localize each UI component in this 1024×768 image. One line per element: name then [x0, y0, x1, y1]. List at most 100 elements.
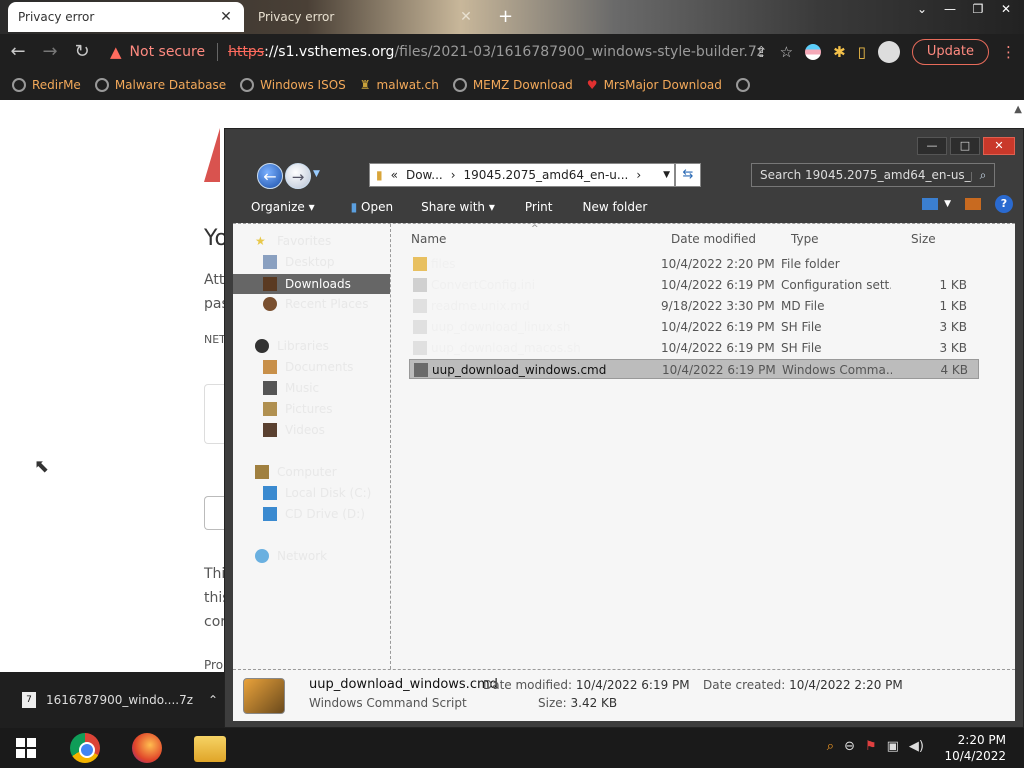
page-box-fragment — [204, 384, 224, 444]
reload-icon[interactable]: ↻ — [68, 38, 96, 66]
download-item-name[interactable]: 1616787900_windo....7z — [46, 693, 193, 707]
update-button[interactable]: Update — [911, 39, 989, 65]
file-row[interactable]: readme.unix.md 9/18/2022 3:30 PM MD File… — [409, 296, 979, 316]
forward-arrow-icon[interactable]: → — [285, 163, 311, 189]
file-size: 4 KB — [940, 363, 968, 377]
extensions-puzzle-icon[interactable]: ✱ — [833, 43, 846, 61]
hard-drive-icon — [263, 486, 277, 500]
chevron-down-icon[interactable]: ⌄ — [910, 2, 934, 16]
close-icon[interactable]: ✕ — [218, 9, 234, 25]
profile-avatar[interactable] — [877, 41, 900, 63]
bookmark-star-icon[interactable]: ☆ — [780, 43, 793, 61]
refresh-icon[interactable]: ⇆ — [675, 163, 701, 187]
nav-downloads[interactable]: Downloads — [233, 274, 390, 294]
open-button[interactable]: ▮ Open — [351, 200, 394, 214]
print-button[interactable]: Print — [525, 200, 553, 214]
bookmark-unnamed[interactable] — [735, 78, 750, 92]
bookmark-mrsmajor-download[interactable]: ♥ MrsMajor Download — [587, 78, 722, 92]
browser-toolbar: ← → ↻ ▲ Not secure https://s1.vsthemes.o… — [0, 34, 1024, 70]
close-button[interactable]: ✕ — [983, 137, 1015, 155]
scroll-up-arrow-icon[interactable]: ▲ — [1014, 104, 1022, 115]
recent-locations-dropdown-icon[interactable]: ▼ — [313, 169, 320, 179]
new-folder-button[interactable]: New folder — [582, 200, 647, 214]
organize-button[interactable]: Organize ▾ — [251, 200, 315, 214]
maximize-button[interactable]: □ — [950, 137, 980, 155]
help-icon[interactable]: ? — [995, 195, 1013, 213]
omnibox[interactable]: ▲ Not secure https://s1.vsthemes.org/fil… — [110, 38, 800, 66]
security-label[interactable]: Not secure — [130, 44, 206, 60]
search-input[interactable]: Search 19045.2075_amd64_en-us_prof... ⌕ — [751, 163, 995, 187]
bookmark-memz-download[interactable]: MEMZ Download — [452, 78, 573, 92]
page-text-fragment: Pro — [204, 658, 224, 672]
restore-icon[interactable]: ❐ — [966, 2, 990, 16]
bookmark-malwatch[interactable]: ♜ malwat.ch — [360, 78, 439, 92]
nav-libraries[interactable]: Libraries — [255, 339, 329, 353]
address-bar[interactable]: ▮ « Dow... › 19045.2075_amd64_en-u... › … — [369, 163, 675, 187]
nav-label: Recent Places — [285, 297, 369, 311]
share-with-button[interactable]: Share with ▾ — [421, 200, 495, 214]
back-arrow-icon[interactable]: ← — [257, 163, 283, 189]
nav-pictures[interactable]: Pictures — [263, 402, 333, 416]
close-icon[interactable]: ✕ — [994, 2, 1018, 16]
bookmark-malware-database[interactable]: Malware Database — [94, 78, 226, 92]
tab-privacy-error-active[interactable]: Privacy error ✕ — [8, 2, 244, 32]
extension-flag-icon[interactable] — [805, 44, 822, 60]
change-view-icon[interactable] — [922, 198, 939, 210]
nav-favorites[interactable]: ★ Favorites — [255, 234, 331, 248]
forward-arrow-icon[interactable]: → — [36, 38, 64, 66]
nav-network[interactable]: Network — [255, 549, 327, 563]
nav-desktop[interactable]: Desktop — [263, 255, 335, 269]
tab-privacy-error[interactable]: Privacy error ✕ — [248, 2, 484, 32]
advanced-button-fragment[interactable] — [204, 496, 224, 530]
bookmark-redirme[interactable]: RedirMe — [12, 78, 81, 92]
close-icon[interactable]: ✕ — [458, 9, 474, 25]
file-row[interactable]: uup_download_linux.sh 10/4/2022 6:19 PM … — [409, 317, 979, 337]
search-icon[interactable]: ⌕ — [827, 739, 834, 754]
column-header-type[interactable]: Type — [791, 232, 819, 246]
address-dropdown-icon[interactable]: ▼ — [663, 170, 670, 180]
nav-documents[interactable]: Documents — [263, 360, 353, 374]
minimize-icon[interactable]: — — [938, 2, 962, 16]
system-clock[interactable]: 2:20 PM 10/4/2022 — [944, 732, 1006, 764]
more-menu-icon[interactable]: ⋮ — [1001, 43, 1016, 61]
file-explorer-icon[interactable] — [194, 736, 226, 762]
breadcrumb-separator-icon[interactable]: › — [636, 168, 641, 182]
window-title-bar[interactable]: — □ ✕ — [225, 129, 1023, 159]
search-icon[interactable]: ⌕ — [972, 168, 994, 183]
chevron-up-icon[interactable]: ⌃ — [208, 693, 218, 707]
chrome-icon[interactable] — [70, 733, 100, 763]
column-header-name[interactable]: Name — [411, 232, 446, 246]
side-panel-icon[interactable]: ▯ — [858, 43, 866, 61]
firefox-icon[interactable] — [132, 733, 162, 763]
back-arrow-icon[interactable]: ← — [4, 38, 32, 66]
file-row[interactable]: files 10/4/2022 2:20 PM File folder — [409, 254, 979, 274]
file-row-selected[interactable]: uup_download_windows.cmd 10/4/2022 6:19 … — [409, 359, 979, 379]
nav-computer[interactable]: Computer — [255, 465, 337, 479]
minus-circle-icon[interactable]: ⊖ — [844, 739, 855, 754]
volume-icon[interactable]: ◀) — [909, 739, 924, 754]
breadcrumb-item[interactable]: 19045.2075_amd64_en-u... — [464, 168, 629, 182]
nav-local-disk[interactable]: Local Disk (C:) — [263, 486, 371, 500]
nav-recent-places[interactable]: Recent Places — [263, 297, 368, 311]
breadcrumb-overflow-icon[interactable]: « — [391, 168, 398, 182]
new-tab-icon[interactable]: + — [498, 6, 513, 27]
minimize-button[interactable]: — — [917, 137, 947, 155]
breadcrumb-separator-icon[interactable]: › — [451, 168, 456, 182]
column-header-size[interactable]: Size — [911, 232, 936, 246]
nav-dvd-drive[interactable]: CD Drive (D:) — [263, 507, 365, 521]
globe-icon — [94, 78, 109, 92]
file-row[interactable]: uup_download_macos.sh 10/4/2022 6:19 PM … — [409, 338, 979, 358]
preview-pane-icon[interactable] — [965, 198, 981, 210]
file-row[interactable]: ConvertConfig.ini 10/4/2022 6:19 PM Conf… — [409, 275, 979, 295]
windows-start-icon[interactable] — [16, 738, 36, 758]
column-header-date-modified[interactable]: Date modified — [671, 232, 756, 246]
bookmark-windows-isos[interactable]: Windows ISOS — [240, 78, 346, 92]
network-icon[interactable]: ▣ — [887, 739, 899, 754]
nav-label: Pictures — [285, 402, 333, 416]
flag-icon[interactable]: ⚑ — [865, 739, 877, 754]
view-options-dropdown-icon[interactable]: ▼ — [944, 199, 951, 209]
breadcrumb-item[interactable]: Dow... — [406, 168, 443, 182]
share-icon[interactable]: ⇪ — [755, 43, 768, 61]
nav-music[interactable]: Music — [263, 381, 319, 395]
nav-videos[interactable]: Videos — [263, 423, 325, 437]
